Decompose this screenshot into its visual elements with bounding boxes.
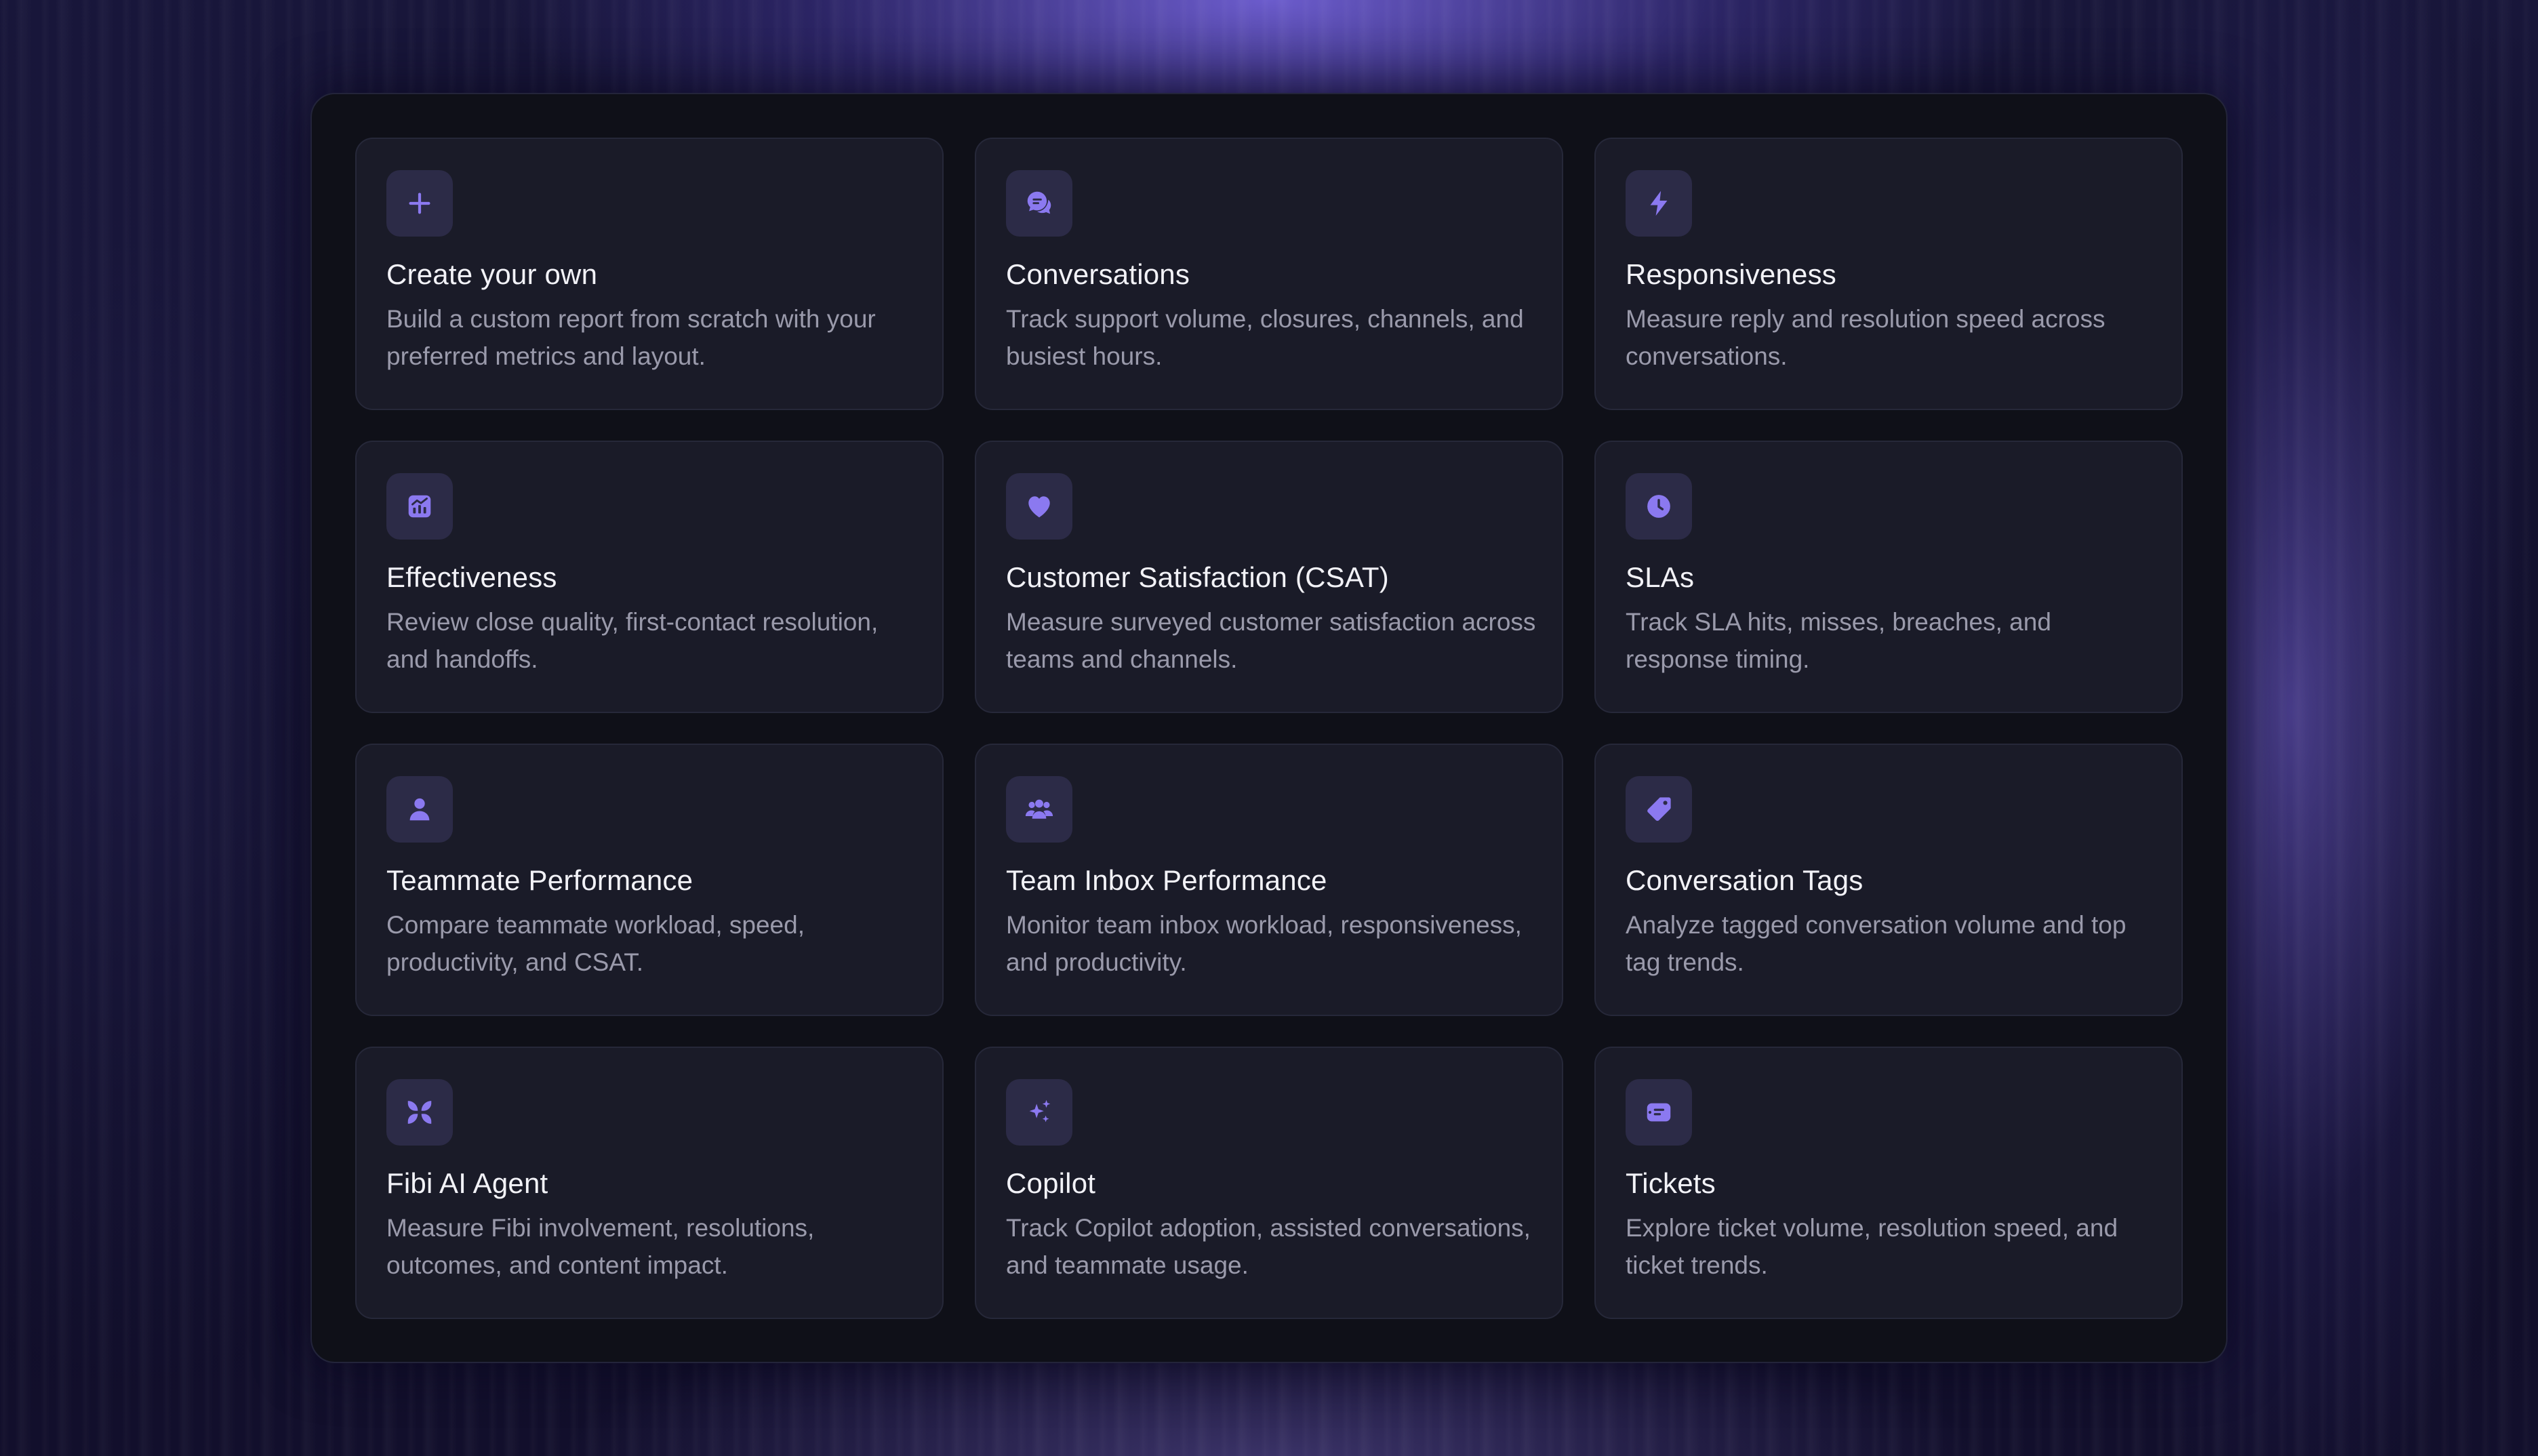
report-card-effectiveness[interactable]: Effectiveness Review close quality, firs… xyxy=(355,441,944,713)
card-title: SLAs xyxy=(1626,561,1695,593)
chart-icon xyxy=(386,473,453,540)
report-card-create-your-own[interactable]: Create your own Build a custom report fr… xyxy=(355,138,944,410)
card-description: Analyze tagged conversation volume and t… xyxy=(1626,911,2127,976)
report-template-grid: Create your own Build a custom report fr… xyxy=(355,138,2186,1319)
card-description: Explore ticket volume, resolution speed,… xyxy=(1626,1214,2118,1279)
card-description: Build a custom report from scratch with … xyxy=(386,305,876,370)
card-title: Create your own xyxy=(386,258,598,290)
report-card-responsiveness[interactable]: Responsiveness Measure reply and resolut… xyxy=(1594,138,2183,410)
card-title: Team Inbox Performance xyxy=(1006,864,1327,896)
card-title: Conversation Tags xyxy=(1626,864,1864,896)
card-description: Review close quality, first-contact reso… xyxy=(386,608,879,673)
card-description: Measure Fibi involvement, resolutions, o… xyxy=(386,1214,815,1279)
card-description: Monitor team inbox workload, responsiven… xyxy=(1006,911,1522,976)
card-title: Conversations xyxy=(1006,258,1190,290)
report-card-team-inbox-performance[interactable]: Team Inbox Performance Monitor team inbo… xyxy=(975,744,1563,1016)
fibi-agent-icon xyxy=(386,1079,453,1146)
card-title: Fibi AI Agent xyxy=(386,1167,548,1199)
clock-icon xyxy=(1626,473,1692,540)
plus-icon xyxy=(386,170,453,237)
card-description: Track Copilot adoption, assisted convers… xyxy=(1006,1214,1531,1279)
ticket-icon xyxy=(1626,1079,1692,1146)
tag-icon xyxy=(1626,776,1692,843)
card-title: Tickets xyxy=(1626,1167,1716,1199)
card-title: Teammate Performance xyxy=(386,864,693,896)
chat-bubbles-icon xyxy=(1006,170,1072,237)
card-description: Measure reply and resolution speed acros… xyxy=(1626,305,2106,370)
report-templates-panel: Create your own Build a custom report fr… xyxy=(310,93,2228,1363)
heart-icon xyxy=(1006,473,1072,540)
lightning-icon xyxy=(1626,170,1692,237)
card-description: Track SLA hits, misses, breaches, and re… xyxy=(1626,608,2051,673)
report-card-teammate-performance[interactable]: Teammate Performance Compare teammate wo… xyxy=(355,744,944,1016)
card-description: Track support volume, closures, channels… xyxy=(1006,305,1524,370)
report-card-tickets[interactable]: Tickets Explore ticket volume, resolutio… xyxy=(1594,1047,2183,1319)
report-card-conversations[interactable]: Conversations Track support volume, clos… xyxy=(975,138,1563,410)
report-card-slas[interactable]: SLAs Track SLA hits, misses, breaches, a… xyxy=(1594,441,2183,713)
card-title: Copilot xyxy=(1006,1167,1096,1199)
report-card-conversation-tags[interactable]: Conversation Tags Analyze tagged convers… xyxy=(1594,744,2183,1016)
report-card-copilot[interactable]: Copilot Track Copilot adoption, assisted… xyxy=(975,1047,1563,1319)
users-icon xyxy=(1006,776,1072,843)
report-card-csat[interactable]: Customer Satisfaction (CSAT) Measure sur… xyxy=(975,441,1563,713)
card-description: Measure surveyed customer satisfaction a… xyxy=(1006,608,1536,673)
card-title: Responsiveness xyxy=(1626,258,1836,290)
user-icon xyxy=(386,776,453,843)
sparkles-icon xyxy=(1006,1079,1072,1146)
card-title: Effectiveness xyxy=(386,561,557,593)
card-title: Customer Satisfaction (CSAT) xyxy=(1006,561,1389,593)
report-card-fibi-ai-agent[interactable]: Fibi AI Agent Measure Fibi involvement, … xyxy=(355,1047,944,1319)
card-description: Compare teammate workload, speed, produc… xyxy=(386,911,805,976)
